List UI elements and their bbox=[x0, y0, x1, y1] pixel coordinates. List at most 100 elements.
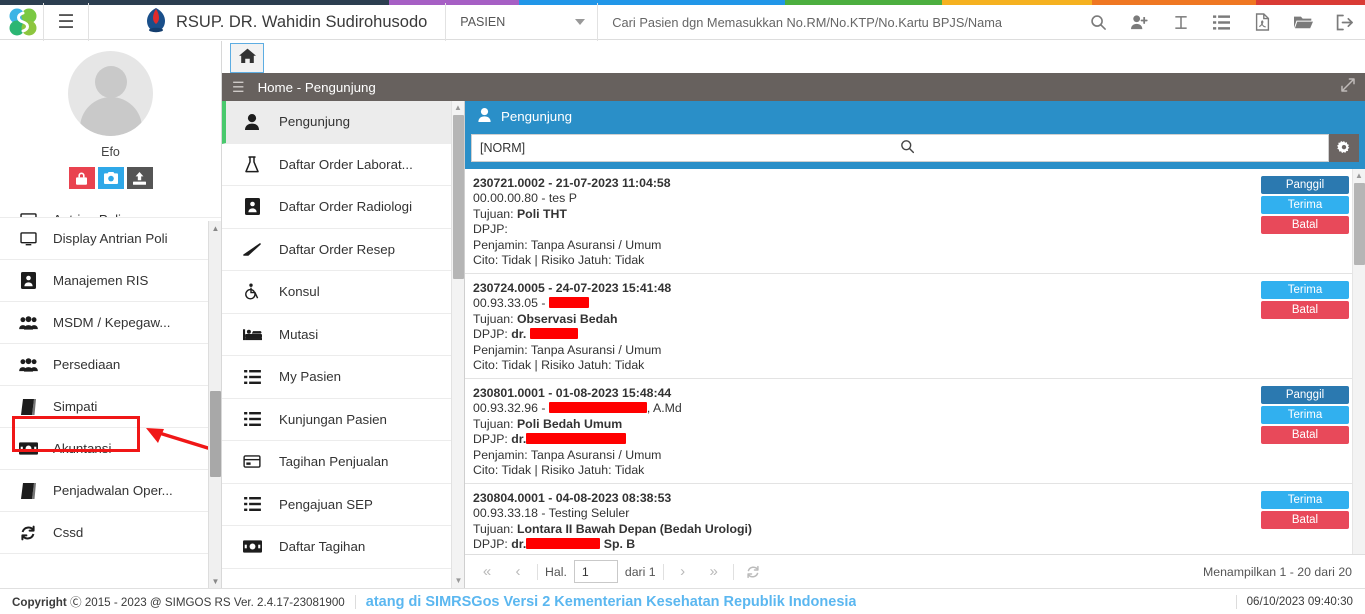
submenu-item-daftar-tagihan[interactable]: Daftar Tagihan bbox=[222, 526, 464, 569]
pdf-icon[interactable] bbox=[1242, 3, 1283, 42]
batal-button[interactable]: Batal bbox=[1261, 301, 1349, 319]
double-chevron-left-icon[interactable]: « bbox=[475, 560, 499, 584]
panggil-button[interactable]: Panggil bbox=[1261, 176, 1349, 194]
submenu-item-tagihan-penjualan[interactable]: Tagihan Penjualan bbox=[222, 441, 464, 484]
pill-icon bbox=[241, 242, 263, 256]
submenu-item-daftar-order-resep[interactable]: Daftar Order Resep bbox=[222, 228, 464, 271]
chevron-right-icon[interactable]: › bbox=[671, 560, 695, 584]
double-chevron-right-icon[interactable]: » bbox=[702, 560, 726, 584]
avatar[interactable] bbox=[68, 51, 153, 136]
submenu-item-pengunjung[interactable]: Pengunjung bbox=[222, 101, 464, 144]
visitor-list: 230721.0002 - 21-07-2023 11:04:58 00.00.… bbox=[465, 169, 1365, 554]
submenu-item-kunjungan-pasien[interactable]: Kunjungan Pasien bbox=[222, 398, 464, 441]
submenu-item-konsul[interactable]: Konsul bbox=[222, 271, 464, 314]
visit-code-time: 230801.0001 - 01-08-2023 15:48:44 bbox=[473, 386, 672, 400]
batal-button[interactable]: Batal bbox=[1261, 426, 1349, 444]
id-badge-icon bbox=[17, 272, 39, 289]
sidebar-scrollbar[interactable]: ▲ ▼ bbox=[208, 221, 221, 588]
hamburger-icon[interactable]: ☰ bbox=[43, 2, 89, 42]
submenu-item-label: Mutasi bbox=[279, 326, 319, 342]
terima-button[interactable]: Terima bbox=[1261, 196, 1349, 214]
sidebar-item-manajemen-ris[interactable]: Manajemen RIS bbox=[0, 260, 221, 302]
person-icon bbox=[241, 113, 263, 130]
chevron-left-icon[interactable]: ‹ bbox=[506, 560, 530, 584]
search-icon[interactable] bbox=[900, 139, 1320, 157]
submenu-item-label: Tagihan Penjualan bbox=[279, 454, 389, 470]
page-total-label: dari 1 bbox=[624, 564, 656, 579]
app-footer: Copyright Ⓒ 2015 - 2023 @ SIMGOS RS Ver.… bbox=[0, 588, 1365, 614]
simgos-logo-icon[interactable] bbox=[3, 2, 43, 42]
text-format-icon[interactable] bbox=[1160, 3, 1201, 42]
norm-search-input[interactable]: [NORM] bbox=[471, 133, 1329, 162]
global-search-placeholder: Cari Pasien dgn Memasukkan No.RM/No.KTP/… bbox=[612, 14, 1003, 30]
refresh-icon[interactable] bbox=[741, 560, 765, 584]
scroll-down-icon[interactable]: ▼ bbox=[209, 574, 221, 588]
visitor-info: 230724.0005 - 24-07-2023 15:41:48 00.93.… bbox=[473, 281, 1261, 372]
hamburger-icon[interactable]: ☰ bbox=[232, 79, 245, 96]
hospital-logo-icon bbox=[145, 7, 167, 38]
visit-penjamin: Penjamin: Tanpa Asuransi / Umum bbox=[473, 342, 662, 357]
terima-button[interactable]: Terima bbox=[1261, 491, 1349, 509]
logout-icon[interactable] bbox=[1324, 3, 1365, 42]
table-row[interactable]: 230801.0001 - 01-08-2023 15:48:44 00.93.… bbox=[465, 379, 1365, 484]
tab-home[interactable] bbox=[230, 43, 264, 73]
submenu-item-pengajuan-sep[interactable]: Pengajuan SEP bbox=[222, 483, 464, 526]
submenu-scrollbar[interactable]: ▲ ▼ bbox=[451, 101, 464, 588]
patient-name-suffix: , A.Md bbox=[646, 401, 682, 416]
terima-button[interactable]: Terima bbox=[1261, 406, 1349, 424]
dpjp-prefix: dr. bbox=[511, 432, 527, 447]
submenu-item-my-pasien[interactable]: My Pasien bbox=[222, 356, 464, 399]
sidebar-item-display-antrian-poli[interactable]: Display Antrian Poli bbox=[0, 218, 221, 260]
gear-icon[interactable] bbox=[1329, 133, 1359, 162]
sidebar-item-antrian-poli[interactable]: Antrian Poli bbox=[0, 197, 221, 218]
scroll-up-icon[interactable]: ▲ bbox=[1353, 169, 1365, 183]
table-row[interactable]: 230721.0002 - 21-07-2023 11:04:58 00.00.… bbox=[465, 169, 1365, 274]
sidebar-scrollbar-thumb[interactable] bbox=[210, 391, 221, 477]
tab-bar bbox=[222, 41, 1365, 73]
sidebar-item-persediaan[interactable]: Persediaan bbox=[0, 344, 221, 386]
submenu-item-daftar-order-radiologi[interactable]: Daftar Order Radiologi bbox=[222, 186, 464, 229]
submenu-item-mutasi[interactable]: Mutasi bbox=[222, 313, 464, 356]
sidebar-item-cssd[interactable]: Cssd bbox=[0, 512, 221, 554]
sidebar-item-simpati[interactable]: Simpati bbox=[0, 386, 221, 428]
book-icon bbox=[17, 398, 39, 415]
batal-button[interactable]: Batal bbox=[1261, 511, 1349, 529]
submenu-item-label: Daftar Order Resep bbox=[279, 241, 396, 257]
sidebar-item-msdm-kepegawaian[interactable]: MSDM / Kepegaw... bbox=[0, 302, 221, 344]
add-user-icon[interactable] bbox=[1119, 3, 1160, 42]
terima-button[interactable]: Terima bbox=[1261, 281, 1349, 299]
search-icon[interactable] bbox=[1078, 3, 1119, 42]
folder-open-icon[interactable] bbox=[1283, 3, 1324, 42]
table-row[interactable]: 230724.0005 - 24-07-2023 15:41:48 00.93.… bbox=[465, 274, 1365, 379]
upload-button[interactable] bbox=[126, 167, 153, 189]
submenu-item-daftar-order-laborat[interactable]: Daftar Order Laborat... bbox=[222, 143, 464, 186]
panggil-button[interactable]: Panggil bbox=[1261, 386, 1349, 404]
camera-button[interactable] bbox=[97, 167, 124, 189]
scroll-down-icon[interactable]: ▼ bbox=[452, 574, 464, 588]
sidebar-item-akuntansi[interactable]: Akuntansi bbox=[0, 428, 221, 470]
footer-datetime: 06/10/2023 09:40:30 bbox=[1246, 595, 1353, 608]
batal-button[interactable]: Batal bbox=[1261, 216, 1349, 234]
table-row[interactable]: 230804.0001 - 04-08-2023 08:38:53 00.93.… bbox=[465, 484, 1365, 554]
visitor-list-scrollbar-thumb[interactable] bbox=[1354, 183, 1365, 265]
tujuan-value: Lontara II Bawah Depan (Bedah Urologi) bbox=[516, 521, 753, 536]
wheelchair-icon bbox=[241, 283, 263, 300]
list-icon[interactable] bbox=[1201, 3, 1242, 42]
monitor-icon bbox=[17, 231, 39, 246]
expand-arrows-icon[interactable] bbox=[1341, 77, 1355, 97]
sidebar-item-label: Simpati bbox=[53, 399, 98, 414]
sidebar-item-penjadwalan-operasi[interactable]: Penjadwalan Oper... bbox=[0, 470, 221, 512]
panel-search-bar: [NORM] bbox=[465, 131, 1365, 169]
visitor-list-scrollbar[interactable]: ▲ bbox=[1352, 169, 1365, 554]
page-number-input[interactable]: 1 bbox=[573, 560, 618, 583]
scroll-up-icon[interactable]: ▲ bbox=[209, 221, 221, 235]
pagination-bar: « ‹ Hal. 1 dari 1 › » Menampilkan 1 - 20… bbox=[465, 554, 1365, 588]
copyright-label: Copyright bbox=[12, 595, 67, 609]
scroll-up-icon[interactable]: ▲ bbox=[452, 101, 464, 115]
user-name: Efo bbox=[101, 145, 120, 159]
global-search-input[interactable]: Cari Pasien dgn Memasukkan No.RM/No.KTP/… bbox=[598, 3, 1078, 42]
lock-button[interactable] bbox=[68, 167, 95, 189]
patient-scope-select[interactable]: PASIEN bbox=[446, 2, 599, 42]
submenu-scrollbar-thumb[interactable] bbox=[453, 115, 464, 279]
visit-cito: Cito: Tidak | Risiko Jatuh: Tidak bbox=[473, 463, 645, 478]
